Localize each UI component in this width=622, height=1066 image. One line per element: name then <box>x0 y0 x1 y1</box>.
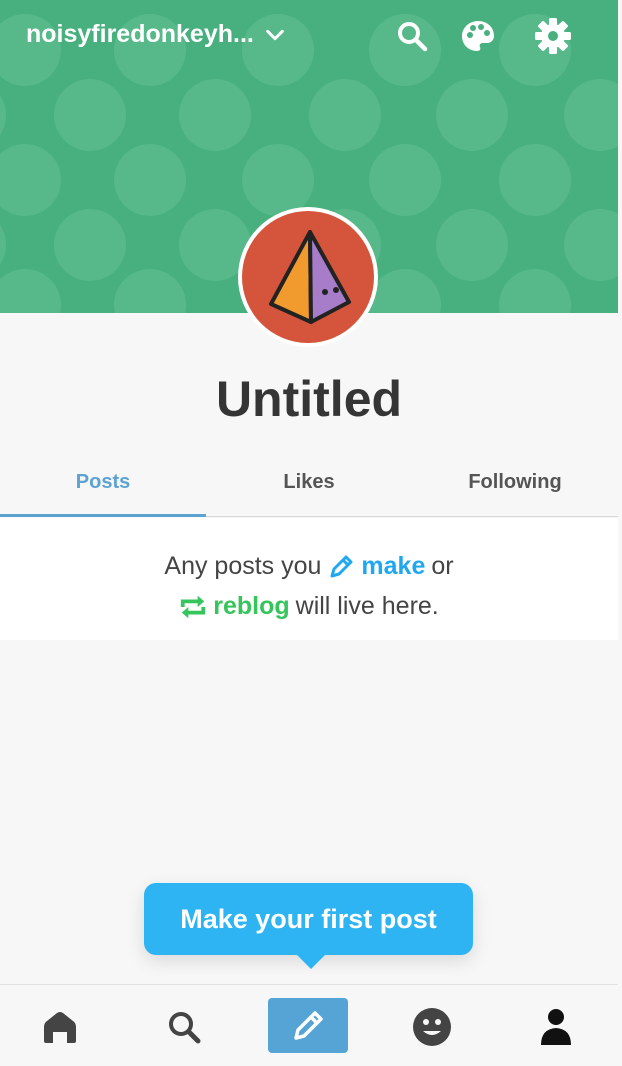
nav-account[interactable] <box>526 997 586 1057</box>
tab-likes[interactable]: Likes <box>206 455 412 516</box>
palette-icon <box>462 21 494 51</box>
tooltip-label: Make your first post <box>180 903 437 934</box>
compose-button[interactable] <box>268 998 348 1053</box>
top-bar: noisyfiredonkeyh... <box>0 0 618 75</box>
pencil-icon <box>294 1010 323 1040</box>
search-icon <box>398 22 428 52</box>
bottom-nav <box>0 984 618 1066</box>
make-link[interactable]: make <box>361 552 425 581</box>
empty-state-or: or <box>431 552 454 580</box>
palette-button[interactable] <box>458 16 498 56</box>
empty-state-prefix: Any posts you <box>164 552 322 580</box>
empty-state: Any posts you make or reblog will live h… <box>0 518 618 640</box>
nav-search[interactable] <box>154 997 214 1057</box>
home-icon <box>44 1012 76 1043</box>
avatar[interactable] <box>238 207 378 347</box>
blog-name: noisyfiredonkeyh... <box>26 20 254 48</box>
smiley-icon <box>413 1008 451 1046</box>
tab-following[interactable]: Following <box>412 455 618 516</box>
reblog-icon <box>179 593 207 621</box>
nav-activity[interactable] <box>402 997 462 1057</box>
page-title: Untitled <box>215 371 403 427</box>
chevron-down-icon <box>266 29 284 40</box>
gear-icon <box>535 18 571 54</box>
settings-button[interactable] <box>533 16 573 56</box>
tab-posts[interactable]: Posts <box>0 455 206 517</box>
blog-switcher[interactable]: noisyfiredonkeyh... <box>26 20 286 49</box>
empty-state-line-2: reblog will live here. <box>0 592 618 621</box>
avatar-image <box>242 211 374 343</box>
pencil-icon <box>327 553 355 581</box>
profile-tabs: Posts Likes Following <box>0 455 618 517</box>
empty-state-suffix: will live here. <box>295 592 439 620</box>
reblog-link[interactable]: reblog <box>213 592 289 621</box>
empty-state-line-1: Any posts you make or <box>0 552 618 581</box>
first-post-tooltip[interactable]: Make your first post <box>144 883 473 969</box>
nav-home[interactable] <box>30 997 90 1057</box>
search-icon <box>169 1012 201 1044</box>
search-button[interactable] <box>392 16 432 56</box>
pyramid-avatar-icon <box>269 230 351 324</box>
person-icon <box>541 1009 571 1045</box>
